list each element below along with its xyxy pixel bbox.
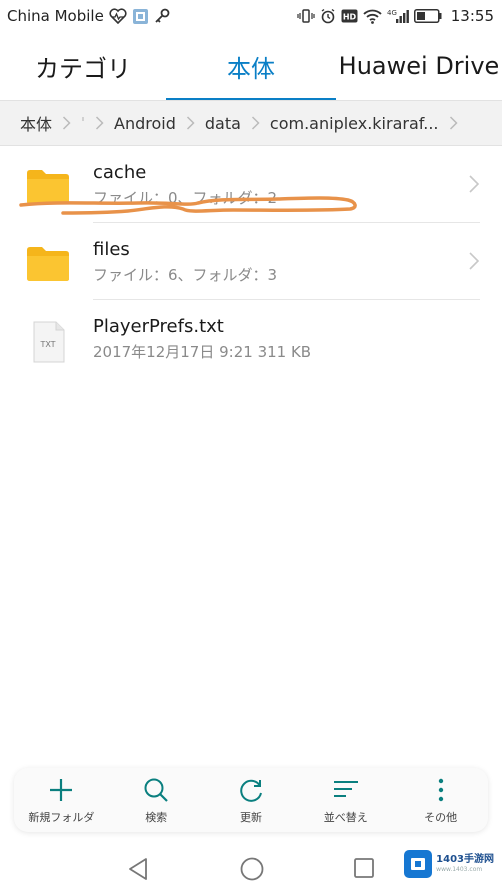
- watermark-subtext: www.1403.com: [436, 866, 483, 873]
- list-item-file-playerprefs[interactable]: TXT PlayerPrefs.txt 2017年12月17日 9:21 311…: [0, 300, 502, 377]
- breadcrumb-item-data[interactable]: data: [205, 114, 241, 133]
- battery-icon: [413, 9, 442, 23]
- more-label: その他: [424, 811, 458, 824]
- vibrate-icon: [297, 8, 315, 24]
- sort-icon: [331, 775, 361, 805]
- svg-text:HD: HD: [343, 13, 357, 22]
- navigation-bar: 1403手游网 www.1403.com: [0, 840, 502, 896]
- file-meta: ファイル：6、フォルダ：3: [93, 266, 278, 284]
- app-notification-icon: [132, 8, 149, 25]
- folder-icon: [26, 166, 70, 206]
- new-folder-label: 新規フォルダ: [28, 811, 95, 824]
- chevron-right-icon: [251, 116, 260, 130]
- file-text: PlayerPrefs.txt 2017年12月17日 9:21 311 KB: [93, 315, 311, 363]
- refresh-icon: [236, 775, 266, 805]
- tab-bar: カテゴリ 本体 Huawei Drive: [0, 32, 502, 100]
- breadcrumb-item-root[interactable]: 本体: [20, 111, 52, 135]
- chevron-right-icon: [95, 116, 104, 130]
- file-text: cache ファイル：0、フォルダ：2: [93, 161, 277, 209]
- sort-label: 並べ替え: [323, 811, 368, 824]
- list-item-folder-cache[interactable]: cache ファイル：0、フォルダ：2: [0, 146, 502, 223]
- new-folder-button[interactable]: 新規フォルダ: [16, 775, 106, 825]
- tab-huawei-drive[interactable]: Huawei Drive: [336, 32, 502, 100]
- txt-file-icon: TXT: [26, 320, 70, 363]
- plus-icon: [46, 775, 76, 805]
- heart-monitor-icon: [109, 8, 127, 24]
- status-bar: China Mobile HD 4G 13:55: [0, 0, 502, 32]
- back-nav-icon[interactable]: [126, 856, 152, 882]
- file-name: cache: [93, 162, 147, 183]
- carrier-label: China Mobile: [7, 7, 104, 25]
- watermark-badge-icon: [404, 850, 433, 878]
- alarm-icon: [320, 8, 336, 24]
- sort-button[interactable]: 並べ替え: [301, 775, 391, 825]
- watermark-text: 1403手游网: [436, 854, 494, 865]
- refresh-label: 更新: [239, 811, 262, 824]
- tab-category[interactable]: カテゴリ: [0, 32, 166, 100]
- tab-internal-storage-label: 本体: [227, 54, 275, 83]
- key-icon: [154, 8, 170, 24]
- search-button[interactable]: 検索: [111, 775, 201, 825]
- txt-icon-label: TXT: [39, 340, 55, 349]
- chevron-right-icon: [468, 251, 480, 271]
- folder-icon: [26, 243, 70, 283]
- breadcrumb: 本体 Android data com.aniplex.kiraraf...: [0, 100, 502, 146]
- clock-time: 13:55: [450, 7, 494, 25]
- tab-huawei-drive-label: Huawei Drive: [338, 52, 500, 80]
- network-type-label: 4G: [387, 9, 397, 17]
- bottom-toolbar: 新規フォルダ 検索 更新 並べ替え その他: [14, 768, 488, 832]
- tab-internal-storage[interactable]: 本体: [166, 32, 336, 100]
- refresh-button[interactable]: 更新: [206, 775, 296, 825]
- chevron-right-icon: [468, 174, 480, 194]
- tab-category-label: カテゴリ: [35, 54, 131, 83]
- hd-icon: HD: [341, 9, 358, 23]
- search-icon: [141, 775, 171, 805]
- status-left: China Mobile: [7, 7, 170, 25]
- watermark-text-block: 1403手游网 www.1403.com: [436, 854, 494, 874]
- more-button[interactable]: その他: [396, 775, 486, 825]
- breadcrumb-collapsed-indicator[interactable]: [81, 116, 85, 130]
- file-name: PlayerPrefs.txt: [93, 316, 224, 337]
- more-vertical-icon: [426, 775, 456, 805]
- breadcrumb-item-android[interactable]: Android: [114, 114, 176, 133]
- chevron-right-icon: [186, 116, 195, 130]
- home-nav-icon[interactable]: [239, 856, 265, 882]
- file-meta: ファイル：0、フォルダ：2: [93, 189, 278, 207]
- breadcrumb-item-package[interactable]: com.aniplex.kiraraf...: [270, 114, 439, 133]
- status-right: HD 4G 13:55: [297, 7, 494, 25]
- list-item-folder-files[interactable]: files ファイル：6、フォルダ：3: [0, 223, 502, 300]
- search-label: 検索: [145, 811, 168, 824]
- file-name: files: [93, 239, 130, 260]
- signal-icon: 4G: [387, 8, 409, 24]
- chevron-right-icon: [449, 116, 458, 130]
- chevron-right-icon: [62, 116, 71, 130]
- recent-apps-nav-icon[interactable]: [352, 856, 378, 882]
- wifi-icon: [363, 9, 382, 24]
- file-text: files ファイル：6、フォルダ：3: [93, 238, 277, 286]
- watermark-logo: 1403手游网 www.1403.com: [404, 850, 494, 878]
- file-meta: 2017年12月17日 9:21 311 KB: [93, 343, 312, 361]
- file-list: cache ファイル：0、フォルダ：2 files ファイル：6、フォルダ：3 …: [0, 146, 502, 377]
